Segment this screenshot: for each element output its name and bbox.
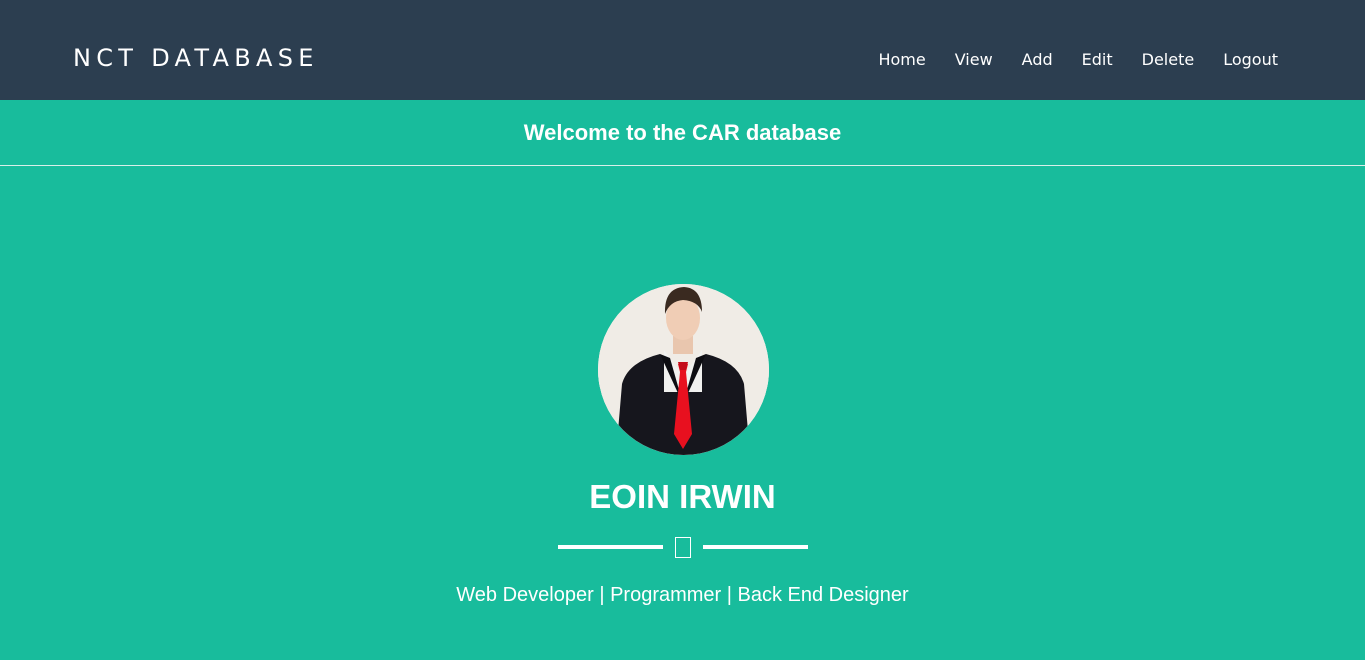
profile-name: EOIN IRWIN <box>589 478 776 515</box>
nav-add-link[interactable]: Add <box>1022 49 1053 71</box>
nav-delete-link[interactable]: Delete <box>1142 49 1195 71</box>
navbar: NCT DATABASE Home View Add Edit Delete L… <box>0 0 1365 100</box>
nav-menu: Home View Add Edit Delete Logout <box>878 49 1278 71</box>
star-icon <box>675 537 691 558</box>
profile-photo <box>598 284 769 455</box>
profile-avatar <box>598 284 769 455</box>
divider-line-right <box>703 545 808 549</box>
welcome-heading: Welcome to the CAR database <box>523 120 842 145</box>
welcome-banner: Welcome to the CAR database <box>0 100 1365 166</box>
nav-home-link[interactable]: Home <box>878 49 925 71</box>
nav-edit-link[interactable]: Edit <box>1082 49 1113 71</box>
profile-tagline: Web Developer | Programmer | Back End De… <box>456 584 909 606</box>
divider-line-left <box>558 545 663 549</box>
nav-view-link[interactable]: View <box>955 49 993 71</box>
nav-logout-link[interactable]: Logout <box>1223 49 1278 71</box>
brand-logo[interactable]: NCT DATABASE <box>73 44 319 72</box>
